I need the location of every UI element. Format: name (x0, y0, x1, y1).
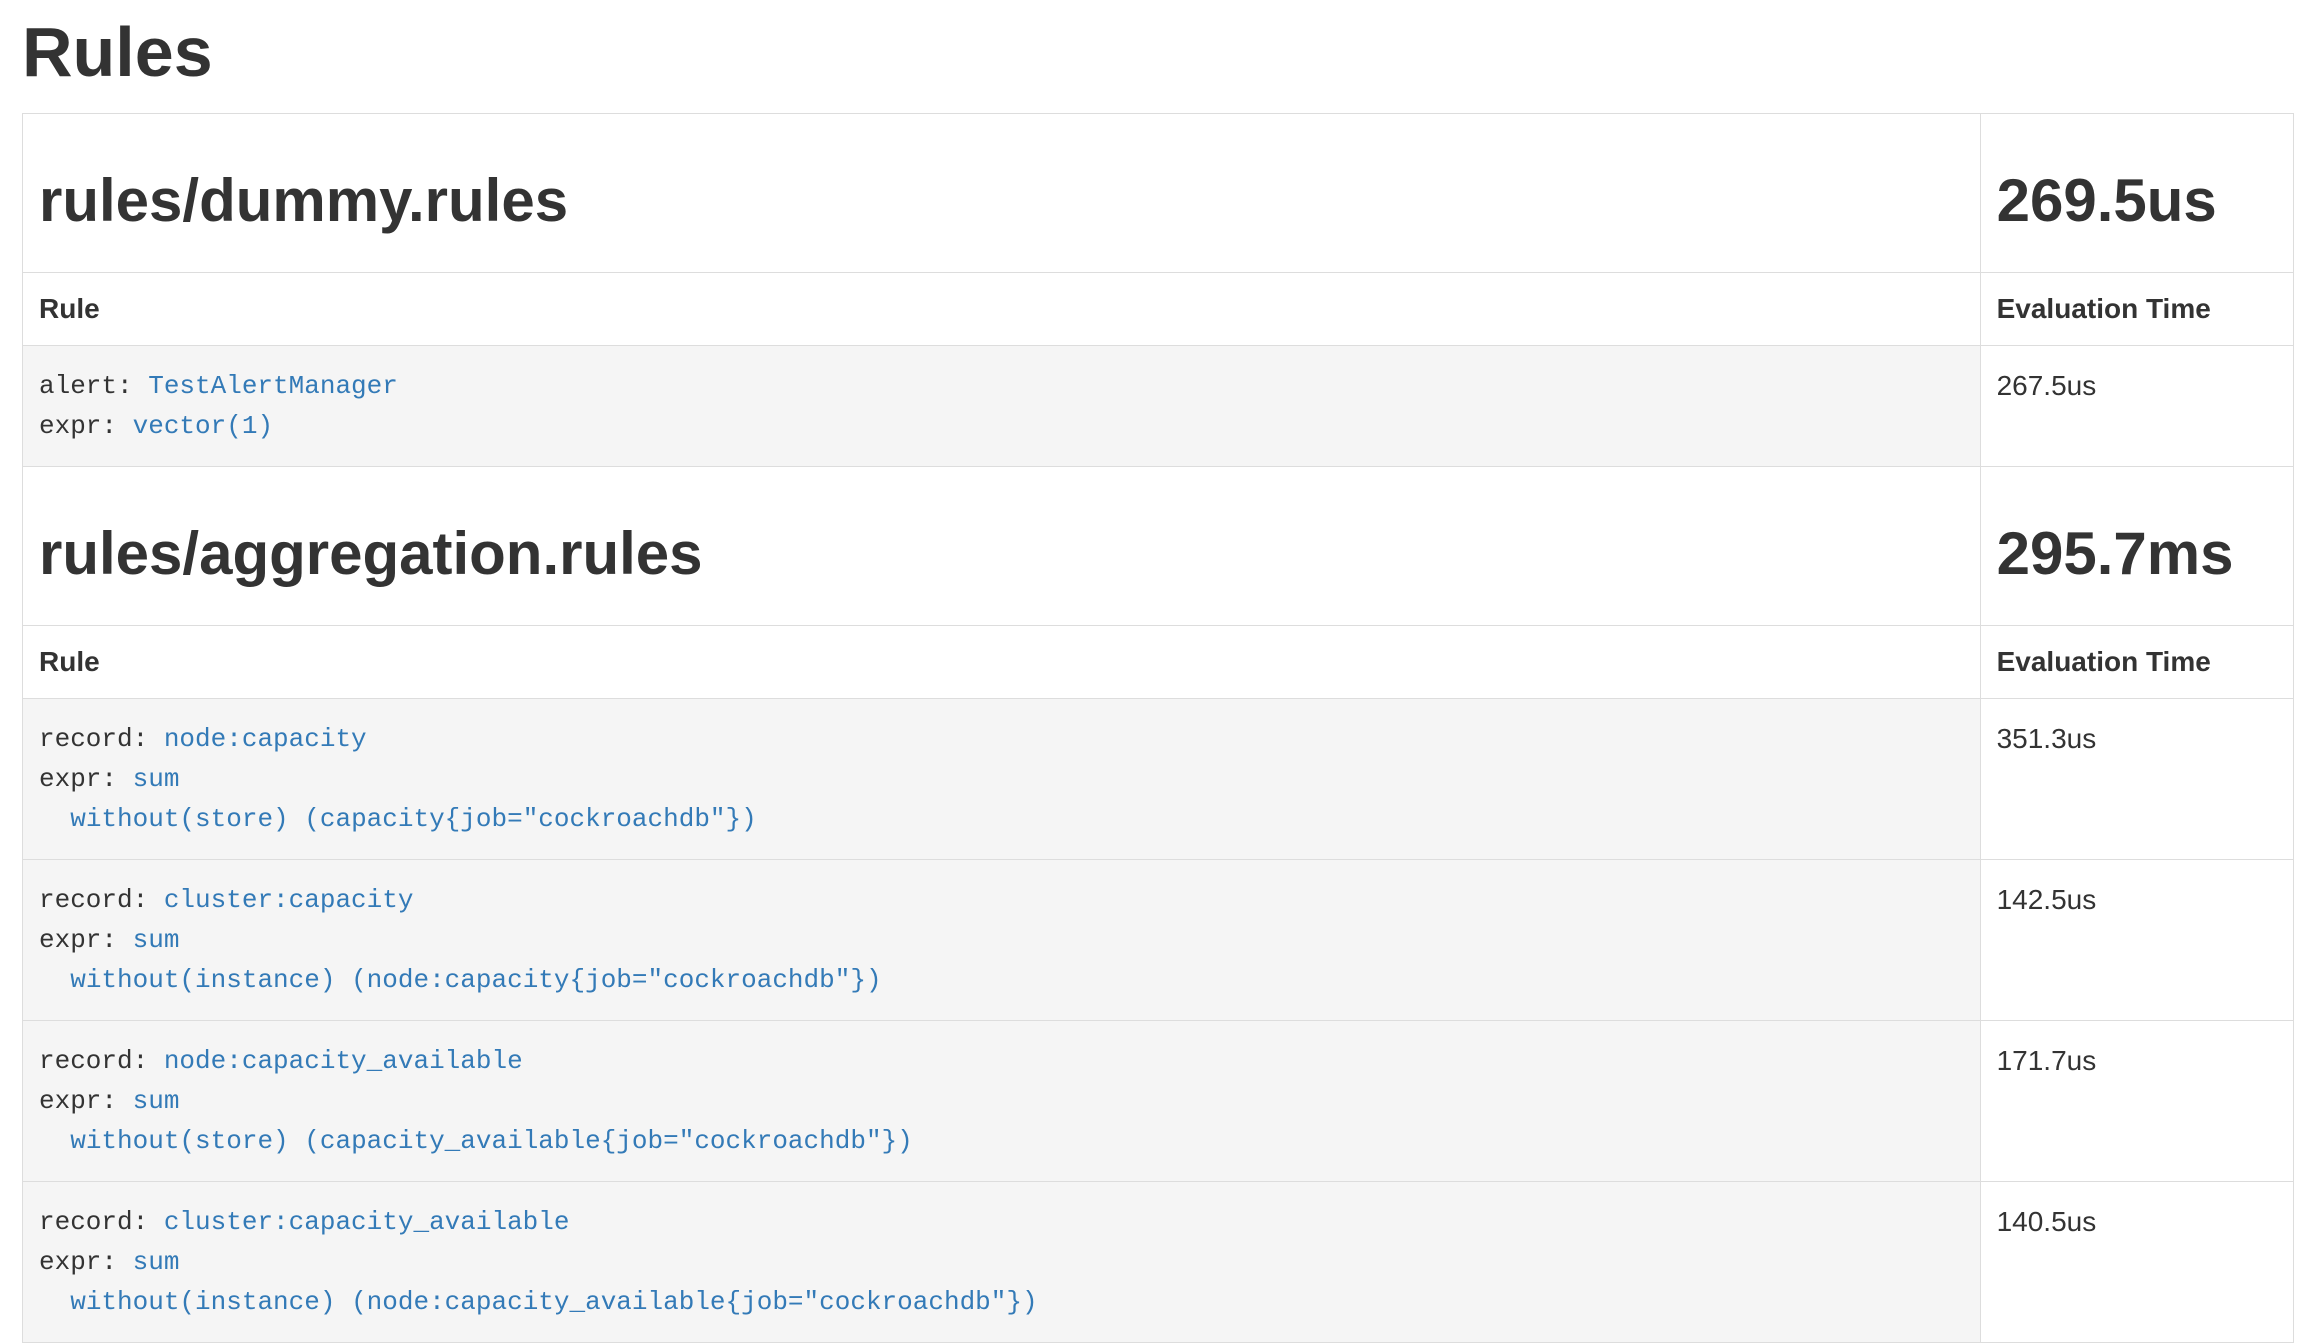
expr-link[interactable]: sum without(instance) (node:capacity_ava… (39, 1247, 1038, 1317)
expr-keyword: expr: (39, 411, 133, 441)
rule-cell: alert: TestAlertManager expr: vector(1) (23, 346, 1981, 467)
record-keyword: record: (39, 885, 164, 915)
rule-definition: record: cluster:capacity expr: sum witho… (39, 880, 1964, 1000)
rule-definition: record: cluster:capacity_available expr:… (39, 1202, 1964, 1322)
rule-cell: record: node:capacity expr: sum without(… (23, 699, 1981, 860)
rule-definition: record: node:capacity_available expr: su… (39, 1041, 1964, 1161)
group-header-row: rules/aggregation.rules 295.7ms (23, 467, 2294, 626)
record-name-link[interactable]: cluster:capacity_available (164, 1207, 570, 1237)
expr-link[interactable]: vector(1) (133, 411, 273, 441)
record-keyword: record: (39, 724, 164, 754)
rule-eval-time: 351.3us (1980, 699, 2293, 860)
group-file-cell: rules/aggregation.rules (23, 467, 1981, 626)
columns-header-row: Rule Evaluation Time (23, 626, 2294, 699)
group-eval-total: 269.5us (1997, 168, 2277, 234)
rule-row: record: node:capacity_available expr: su… (23, 1021, 2294, 1182)
rule-cell: record: node:capacity_available expr: su… (23, 1021, 1981, 1182)
expr-keyword: expr: (39, 1086, 133, 1116)
group-header-row: rules/dummy.rules 269.5us (23, 114, 2294, 273)
rule-eval-time: 142.5us (1980, 860, 2293, 1021)
expr-link[interactable]: sum without(store) (capacity{job="cockro… (39, 764, 757, 834)
expr-link[interactable]: sum without(store) (capacity_available{j… (39, 1086, 913, 1156)
record-keyword: record: (39, 1207, 164, 1237)
record-name-link[interactable]: node:capacity (164, 724, 367, 754)
page-title: Rules (22, 14, 2294, 91)
group-time-cell: 295.7ms (1980, 467, 2293, 626)
rule-definition: record: node:capacity expr: sum without(… (39, 719, 1964, 839)
group-file-cell: rules/dummy.rules (23, 114, 1981, 273)
group-time-cell: 269.5us (1980, 114, 2293, 273)
rule-cell: record: cluster:capacity_available expr:… (23, 1182, 1981, 1343)
group-file-name: rules/aggregation.rules (39, 521, 1964, 587)
rule-row: record: cluster:capacity expr: sum witho… (23, 860, 2294, 1021)
column-header-evaluation-time: Evaluation Time (1980, 626, 2293, 699)
rule-eval-time: 140.5us (1980, 1182, 2293, 1343)
expr-keyword: expr: (39, 925, 133, 955)
rule-eval-time: 267.5us (1980, 346, 2293, 467)
rule-definition: alert: TestAlertManager expr: vector(1) (39, 366, 1964, 446)
column-header-rule: Rule (23, 273, 1981, 346)
rule-row: record: cluster:capacity_available expr:… (23, 1182, 2294, 1343)
rules-table: rules/dummy.rules 269.5us Rule Evaluatio… (22, 113, 2294, 1343)
column-header-rule: Rule (23, 626, 1981, 699)
expr-link[interactable]: sum without(instance) (node:capacity{job… (39, 925, 882, 995)
expr-keyword: expr: (39, 764, 133, 794)
rule-cell: record: cluster:capacity expr: sum witho… (23, 860, 1981, 1021)
alert-keyword: alert: (39, 371, 148, 401)
record-name-link[interactable]: cluster:capacity (164, 885, 414, 915)
group-eval-total: 295.7ms (1997, 521, 2277, 587)
group-file-name: rules/dummy.rules (39, 168, 1964, 234)
rule-row: alert: TestAlertManager expr: vector(1) … (23, 346, 2294, 467)
columns-header-row: Rule Evaluation Time (23, 273, 2294, 346)
rule-row: record: node:capacity expr: sum without(… (23, 699, 2294, 860)
record-keyword: record: (39, 1046, 164, 1076)
alert-name-link[interactable]: TestAlertManager (148, 371, 398, 401)
column-header-evaluation-time: Evaluation Time (1980, 273, 2293, 346)
expr-keyword: expr: (39, 1247, 133, 1277)
rule-eval-time: 171.7us (1980, 1021, 2293, 1182)
record-name-link[interactable]: node:capacity_available (164, 1046, 523, 1076)
